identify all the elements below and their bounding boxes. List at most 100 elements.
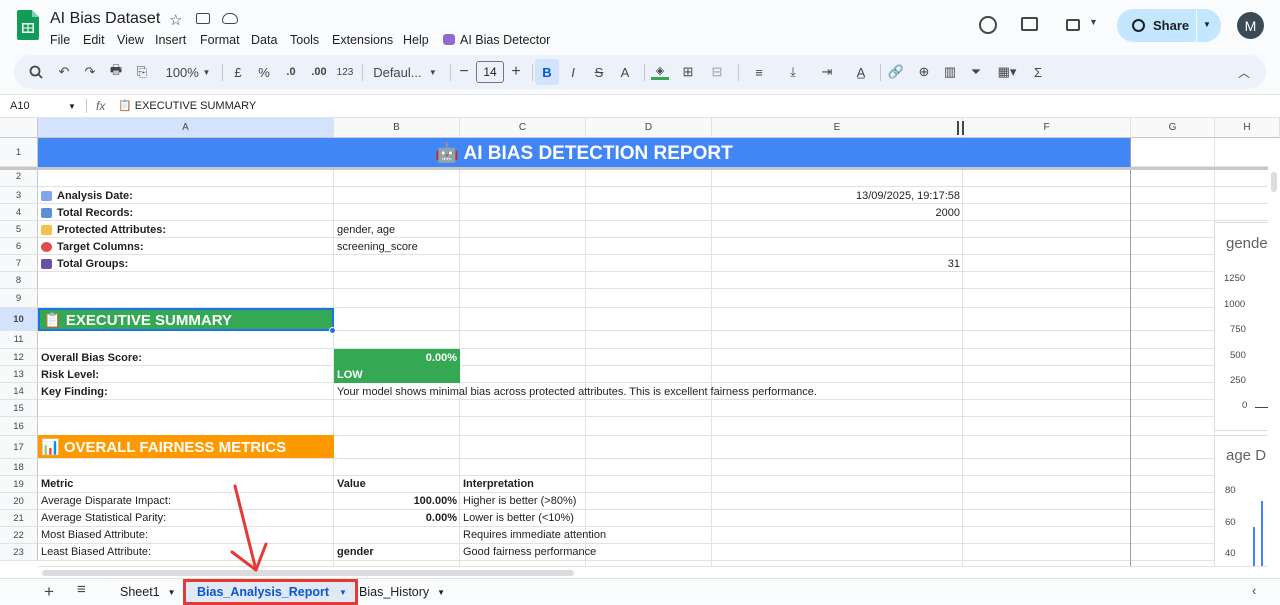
row-header[interactable]: 11: [0, 331, 38, 349]
metric-row-value[interactable]: gender: [334, 543, 460, 560]
insert-link-icon[interactable]: 🔗: [886, 55, 906, 89]
row-header[interactable]: 12: [0, 349, 38, 366]
selection-fill-handle[interactable]: [329, 327, 336, 334]
row-header[interactable]: 13: [0, 366, 38, 383]
metric-row-value[interactable]: [334, 526, 460, 543]
row-header[interactable]: 1: [0, 138, 38, 167]
sheets-logo[interactable]: [17, 10, 39, 40]
star-icon[interactable]: ☆: [169, 11, 182, 29]
metric-row-value[interactable]: 0.00%: [334, 509, 460, 526]
freeze-column-handle[interactable]: [957, 121, 964, 135]
increase-font-size-button[interactable]: +: [508, 55, 524, 89]
text-rotation-icon[interactable]: A̲: [848, 55, 874, 89]
metrics-col-metric[interactable]: Metric: [38, 475, 73, 492]
menu-ai-bias-detector[interactable]: AI Bias Detector: [460, 33, 550, 47]
filter-icon[interactable]: ⏷: [966, 55, 986, 89]
menu-extensions[interactable]: Extensions: [332, 33, 393, 47]
executive-summary-header[interactable]: 📋 EXECUTIVE SUMMARY: [38, 308, 334, 331]
menu-insert[interactable]: Insert: [155, 33, 186, 47]
spreadsheet-grid[interactable]: A B C D E F G H 1 2 3 4 5 6 7 8 9 10 11 12 13 14 15 16 1…: [0, 118, 1280, 578]
insert-comment-icon[interactable]: ⊕: [914, 55, 934, 89]
formula-input[interactable]: 📋 EXECUTIVE SUMMARY: [118, 99, 256, 112]
cloud-status-icon[interactable]: [222, 13, 238, 24]
row-header[interactable]: 18: [0, 459, 38, 476]
redo-icon[interactable]: ↷: [80, 55, 100, 89]
column-header-e[interactable]: E: [712, 118, 963, 138]
comments-icon[interactable]: [1021, 17, 1038, 31]
sheet-tab-bias-history[interactable]: Bias_History ▼: [359, 581, 445, 603]
menu-tools[interactable]: Tools: [290, 33, 319, 47]
bold-button[interactable]: B: [535, 59, 559, 85]
total-records-label[interactable]: Total Records:: [38, 204, 133, 221]
key-finding-label[interactable]: Key Finding:: [38, 383, 108, 400]
text-wrapping-icon[interactable]: ⇥: [814, 55, 840, 89]
metric-row-name[interactable]: Average Disparate Impact:: [38, 492, 171, 509]
row-header[interactable]: 9: [0, 289, 38, 308]
fill-color-icon[interactable]: ◈: [650, 55, 670, 89]
column-header-b[interactable]: B: [334, 118, 460, 138]
explore-collapse-icon[interactable]: ‹: [1252, 583, 1256, 598]
metric-row-interpretation[interactable]: Good fairness performance: [460, 543, 596, 560]
name-box[interactable]: A10 ▼: [0, 95, 84, 117]
vertical-scrollbar[interactable]: [1268, 158, 1280, 578]
analysis-date-label[interactable]: Analysis Date:: [38, 187, 133, 204]
insert-chart-icon[interactable]: ▥: [940, 55, 960, 89]
metric-row-interpretation[interactable]: Requires immediate attention: [460, 526, 606, 543]
row-header[interactable]: 4: [0, 204, 38, 221]
metrics-col-value[interactable]: Value: [334, 475, 366, 492]
add-sheet-icon[interactable]: +: [44, 582, 54, 602]
row-header[interactable]: 3: [0, 187, 38, 204]
metric-row-interpretation[interactable]: Lower is better (<10%): [460, 509, 574, 526]
menu-help[interactable]: Help: [403, 33, 429, 47]
tab-dropdown-icon[interactable]: ▼: [339, 588, 347, 597]
metric-row-value[interactable]: 100.00%: [334, 492, 460, 509]
collapse-menus-icon[interactable]: ︿: [1234, 55, 1254, 89]
tab-dropdown-icon[interactable]: ▼: [437, 588, 445, 597]
menu-view[interactable]: View: [117, 33, 144, 47]
column-header-h[interactable]: H: [1215, 118, 1280, 138]
fairness-metrics-header[interactable]: 📊 OVERALL FAIRNESS METRICS: [38, 435, 334, 458]
borders-icon[interactable]: ⊞: [678, 55, 698, 89]
search-menus-icon[interactable]: [26, 55, 46, 89]
row-header[interactable]: 7: [0, 255, 38, 272]
row-header[interactable]: 22: [0, 527, 38, 544]
metric-row-name[interactable]: Most Biased Attribute:: [38, 526, 148, 543]
vertical-scroll-thumb[interactable]: [1271, 172, 1277, 192]
decrease-decimal-button[interactable]: .0: [280, 55, 302, 89]
undo-icon[interactable]: ↶: [54, 55, 74, 89]
menu-format[interactable]: Format: [200, 33, 240, 47]
sheet-tab-bias-analysis-report[interactable]: Bias_Analysis_Report ▼: [183, 579, 358, 605]
column-header-f[interactable]: F: [963, 118, 1131, 138]
overall-bias-value[interactable]: 0.00%: [334, 349, 460, 366]
protected-attributes-value[interactable]: gender, age: [334, 221, 395, 238]
meet-icon[interactable]: [1066, 19, 1080, 31]
increase-decimal-button[interactable]: .00: [306, 55, 332, 89]
sheet-tab-sheet1[interactable]: Sheet1 ▼: [120, 581, 176, 603]
avatar[interactable]: M: [1237, 12, 1264, 39]
currency-button[interactable]: £: [230, 55, 246, 89]
zoom-select[interactable]: 100% ▼: [160, 55, 216, 89]
functions-icon[interactable]: Σ: [1028, 55, 1048, 89]
target-columns-value[interactable]: screening_score: [334, 238, 418, 255]
overall-bias-label[interactable]: Overall Bias Score:: [38, 349, 142, 366]
all-sheets-icon[interactable]: ≡: [77, 581, 86, 598]
column-header-d[interactable]: D: [586, 118, 712, 138]
paint-format-icon[interactable]: ⎘: [132, 55, 152, 89]
print-icon[interactable]: 🖶: [106, 55, 126, 89]
row-header[interactable]: 21: [0, 510, 38, 527]
percent-button[interactable]: %: [256, 55, 272, 89]
row-header[interactable]: 23: [0, 544, 38, 561]
vertical-align-icon[interactable]: ⤓: [780, 55, 806, 89]
text-color-button[interactable]: A: [616, 55, 634, 89]
merge-cells-icon[interactable]: ⊟: [704, 55, 730, 89]
document-title[interactable]: AI Bias Dataset: [50, 10, 160, 28]
row-header[interactable]: 8: [0, 272, 38, 289]
horizontal-scroll-thumb[interactable]: [42, 570, 574, 576]
more-formats-button[interactable]: 123: [334, 55, 356, 89]
age-chart[interactable]: age D 80 60 40: [1214, 435, 1276, 578]
row-header[interactable]: 14: [0, 383, 38, 400]
move-folder-icon[interactable]: [196, 13, 210, 24]
name-box-dropdown-icon[interactable]: ▼: [68, 102, 76, 111]
key-finding-value[interactable]: Your model shows minimal bias across pro…: [334, 383, 817, 400]
row-header[interactable]: 16: [0, 417, 38, 436]
